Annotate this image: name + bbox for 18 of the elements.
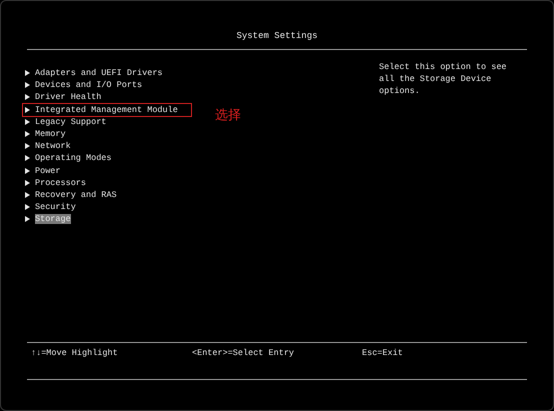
menu-item[interactable]: Network	[35, 141, 71, 152]
annotation-note: 选择	[215, 106, 241, 124]
menu-item[interactable]: Adapters and UEFI Drivers	[35, 68, 163, 78]
menu-item[interactable]: Power	[35, 166, 61, 176]
key-hint: ↑↓=Move Highlight	[31, 348, 119, 360]
menu-item[interactable]: Legacy Support	[35, 116, 106, 127]
help-text: Select this option to see all the Storage Device options.	[379, 61, 508, 98]
menu-item[interactable]: Processors	[35, 178, 86, 188]
menu-item[interactable]: Driver Health	[35, 92, 102, 102]
menu-item[interactable]: Integrated Management Module	[35, 104, 178, 115]
menu-item[interactable]: Devices and I/O Ports	[35, 80, 142, 90]
screen-title: System Settings	[236, 31, 318, 42]
menu-item[interactable]: Operating Modes	[35, 153, 112, 164]
key-hint: <Enter>=Select Entry	[192, 348, 296, 360]
menu-item[interactable]: Recovery and RAS	[35, 190, 117, 200]
menu-item[interactable]: Memory	[35, 129, 66, 140]
menu-item[interactable]: Security	[35, 202, 76, 212]
key-hint: Esc=Exit	[362, 348, 404, 360]
